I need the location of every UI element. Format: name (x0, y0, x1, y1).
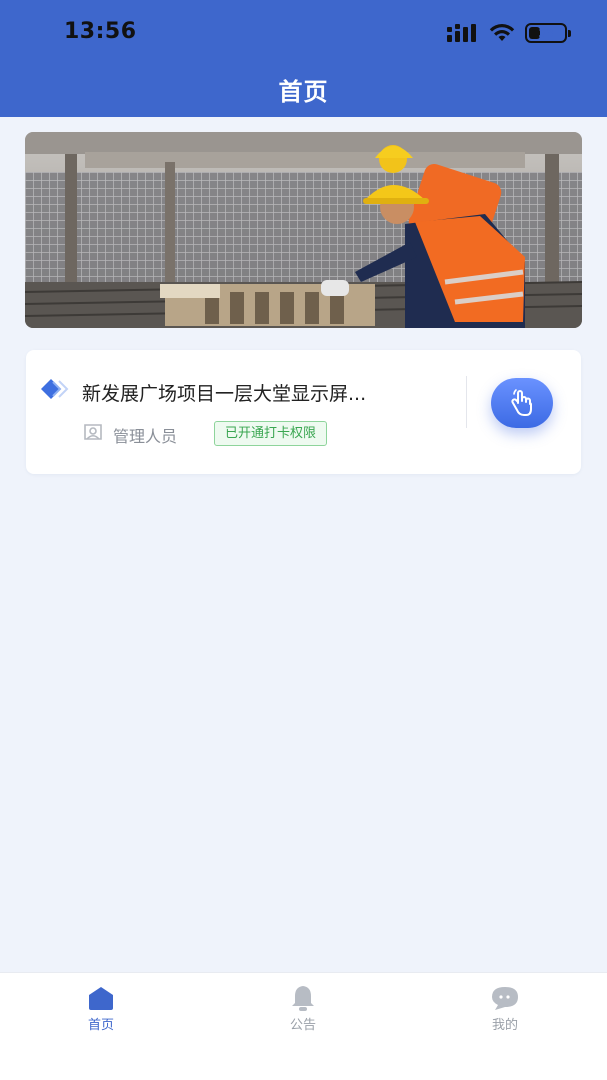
punch-in-button[interactable] (491, 378, 553, 428)
tab-announcements-label: 公告 (289, 1018, 316, 1033)
bottom-tab-bar: 首页 公告 我的 (0, 972, 607, 1080)
app-header: 13:56 33 首页 (0, 0, 607, 117)
hand-pointer-icon (511, 389, 532, 416)
permission-badge: 已开通打卡权限 (214, 421, 328, 446)
wifi-icon (489, 24, 515, 41)
tab-home-label: 首页 (87, 1018, 114, 1033)
banner-image (25, 132, 582, 328)
user-icon (84, 424, 102, 440)
status-time: 13:56 (64, 19, 137, 44)
diamond-icon (41, 379, 69, 399)
project-title[interactable]: 新发展广场项目一层大堂显示屏... (82, 379, 452, 406)
home-icon (89, 987, 113, 1010)
tab-announcements[interactable]: 公告 (243, 973, 363, 1043)
battery-icon: 33 (525, 23, 571, 43)
role-label: 管理人员 (113, 427, 178, 446)
status-bar: 13:56 33 (0, 0, 607, 62)
tab-profile-label: 我的 (491, 1018, 518, 1033)
card-divider (466, 376, 467, 428)
chat-bubble-icon (492, 987, 518, 1010)
battery-level: 33 (538, 26, 554, 40)
cellular-signal-icon (447, 24, 476, 42)
bell-icon (292, 986, 314, 1011)
battery-cap (568, 30, 571, 37)
page-title: 首页 (278, 78, 329, 106)
tab-profile[interactable]: 我的 (445, 973, 565, 1043)
tab-home[interactable]: 首页 (41, 973, 161, 1043)
construction-workers-banner (25, 132, 582, 328)
status-icons: 33 (447, 22, 571, 44)
